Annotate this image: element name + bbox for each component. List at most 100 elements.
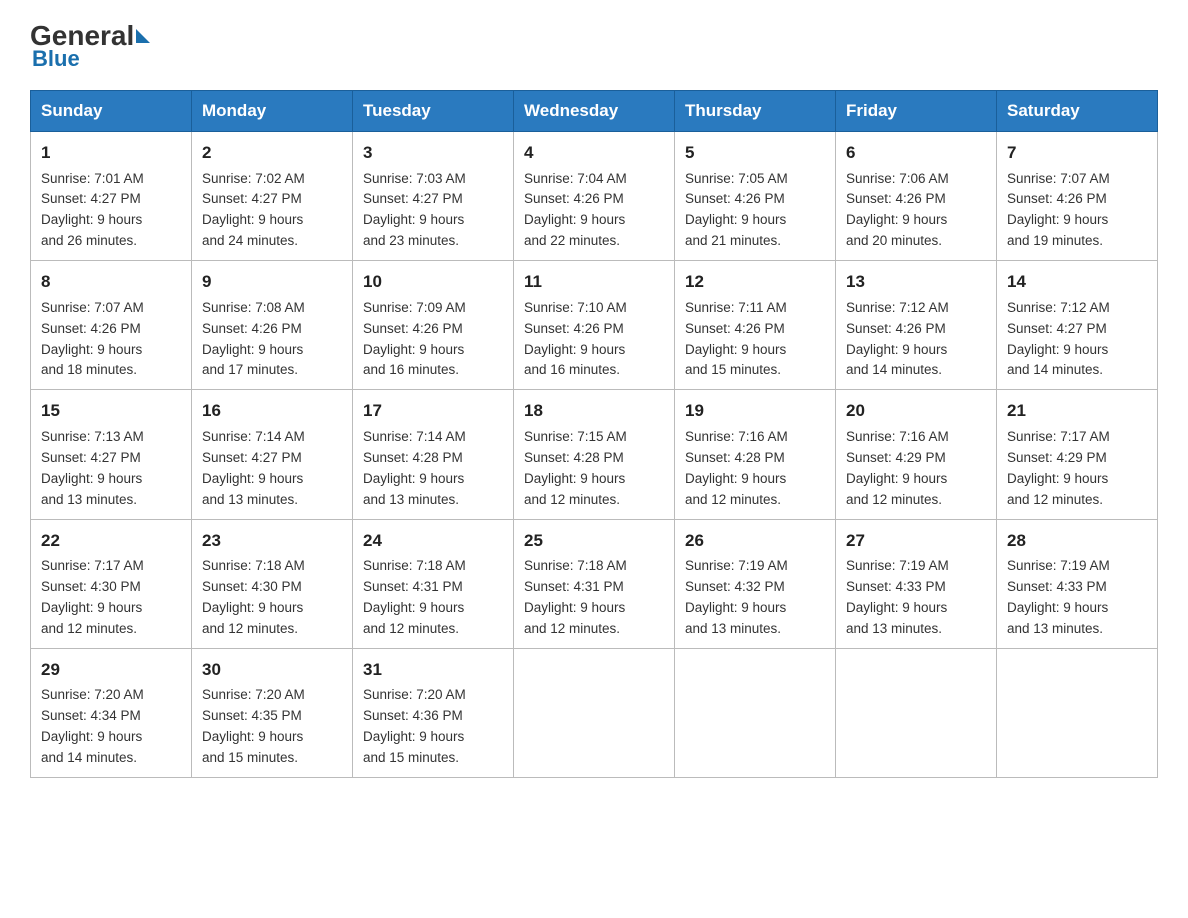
day-info: Sunrise: 7:07 AMSunset: 4:26 PMDaylight:… (41, 298, 181, 382)
calendar-body: 1 Sunrise: 7:01 AMSunset: 4:27 PMDaylight… (31, 132, 1158, 778)
day-info: Sunrise: 7:03 AMSunset: 4:27 PMDaylight:… (363, 169, 503, 253)
day-info: Sunrise: 7:11 AMSunset: 4:26 PMDaylight:… (685, 298, 825, 382)
calendar-cell: 8 Sunrise: 7:07 AMSunset: 4:26 PMDaylight… (31, 261, 192, 390)
day-info: Sunrise: 7:12 AMSunset: 4:26 PMDaylight:… (846, 298, 986, 382)
calendar-cell: 30Sunrise: 7:20 AMSunset: 4:35 PMDayligh… (192, 648, 353, 777)
calendar-cell (514, 648, 675, 777)
day-number: 31 (363, 657, 503, 683)
day-info: Sunrise: 7:18 AMSunset: 4:30 PMDaylight:… (202, 556, 342, 640)
weekday-header-tuesday: Tuesday (353, 91, 514, 132)
calendar-cell: 6 Sunrise: 7:06 AMSunset: 4:26 PMDaylight… (836, 132, 997, 261)
day-info: Sunrise: 7:18 AMSunset: 4:31 PMDaylight:… (363, 556, 503, 640)
calendar-cell: 21 Sunrise: 7:17 AMSunset: 4:29 PMDayligh… (997, 390, 1158, 519)
calendar-cell: 24Sunrise: 7:18 AMSunset: 4:31 PMDayligh… (353, 519, 514, 648)
calendar-cell: 26Sunrise: 7:19 AMSunset: 4:32 PMDayligh… (675, 519, 836, 648)
calendar-cell: 16 Sunrise: 7:14 AMSunset: 4:27 PMDayligh… (192, 390, 353, 519)
calendar-cell: 5 Sunrise: 7:05 AMSunset: 4:26 PMDaylight… (675, 132, 836, 261)
calendar-cell: 28Sunrise: 7:19 AMSunset: 4:33 PMDayligh… (997, 519, 1158, 648)
day-info: Sunrise: 7:17 AMSunset: 4:30 PMDaylight:… (41, 556, 181, 640)
day-number: 21 (1007, 398, 1147, 424)
weekday-header-wednesday: Wednesday (514, 91, 675, 132)
week-row-3: 15Sunrise: 7:13 AMSunset: 4:27 PMDayligh… (31, 390, 1158, 519)
calendar-cell: 22Sunrise: 7:17 AMSunset: 4:30 PMDayligh… (31, 519, 192, 648)
calendar-cell: 11Sunrise: 7:10 AMSunset: 4:26 PMDayligh… (514, 261, 675, 390)
weekday-header-thursday: Thursday (675, 91, 836, 132)
week-row-4: 22Sunrise: 7:17 AMSunset: 4:30 PMDayligh… (31, 519, 1158, 648)
logo-triangle-icon (136, 29, 150, 43)
calendar-cell: 3 Sunrise: 7:03 AMSunset: 4:27 PMDaylight… (353, 132, 514, 261)
day-info: Sunrise: 7:19 AMSunset: 4:32 PMDaylight:… (685, 556, 825, 640)
calendar-cell: 1 Sunrise: 7:01 AMSunset: 4:27 PMDaylight… (31, 132, 192, 261)
weekday-row: SundayMondayTuesdayWednesdayThursdayFrid… (31, 91, 1158, 132)
day-number: 18 (524, 398, 664, 424)
day-info: Sunrise: 7:14 AMSunset: 4:28 PMDaylight:… (363, 427, 503, 511)
day-info: Sunrise: 7:19 AMSunset: 4:33 PMDaylight:… (846, 556, 986, 640)
day-number: 25 (524, 528, 664, 554)
day-info: Sunrise: 7:05 AMSunset: 4:26 PMDaylight:… (685, 169, 825, 253)
day-number: 17 (363, 398, 503, 424)
calendar-cell (836, 648, 997, 777)
day-number: 26 (685, 528, 825, 554)
day-number: 19 (685, 398, 825, 424)
calendar-cell: 23Sunrise: 7:18 AMSunset: 4:30 PMDayligh… (192, 519, 353, 648)
day-number: 20 (846, 398, 986, 424)
day-number: 1 (41, 140, 181, 166)
calendar-cell: 17 Sunrise: 7:14 AMSunset: 4:28 PMDayligh… (353, 390, 514, 519)
calendar-cell: 27Sunrise: 7:19 AMSunset: 4:33 PMDayligh… (836, 519, 997, 648)
calendar-cell: 20 Sunrise: 7:16 AMSunset: 4:29 PMDayligh… (836, 390, 997, 519)
calendar-table: SundayMondayTuesdayWednesdayThursdayFrid… (30, 90, 1158, 778)
day-info: Sunrise: 7:16 AMSunset: 4:28 PMDaylight:… (685, 427, 825, 511)
day-number: 13 (846, 269, 986, 295)
day-number: 12 (685, 269, 825, 295)
day-info: Sunrise: 7:18 AMSunset: 4:31 PMDaylight:… (524, 556, 664, 640)
day-number: 4 (524, 140, 664, 166)
calendar-cell: 14 Sunrise: 7:12 AMSunset: 4:27 PMDayligh… (997, 261, 1158, 390)
calendar-cell: 19 Sunrise: 7:16 AMSunset: 4:28 PMDayligh… (675, 390, 836, 519)
logo: General Blue (30, 20, 152, 72)
day-number: 7 (1007, 140, 1147, 166)
calendar-cell: 31Sunrise: 7:20 AMSunset: 4:36 PMDayligh… (353, 648, 514, 777)
calendar-cell: 10Sunrise: 7:09 AMSunset: 4:26 PMDayligh… (353, 261, 514, 390)
day-number: 16 (202, 398, 342, 424)
weekday-header-sunday: Sunday (31, 91, 192, 132)
calendar-cell: 29Sunrise: 7:20 AMSunset: 4:34 PMDayligh… (31, 648, 192, 777)
day-number: 15 (41, 398, 181, 424)
day-number: 23 (202, 528, 342, 554)
day-number: 3 (363, 140, 503, 166)
day-info: Sunrise: 7:06 AMSunset: 4:26 PMDaylight:… (846, 169, 986, 253)
day-number: 22 (41, 528, 181, 554)
day-info: Sunrise: 7:01 AMSunset: 4:27 PMDaylight:… (41, 169, 181, 253)
day-number: 27 (846, 528, 986, 554)
day-number: 14 (1007, 269, 1147, 295)
calendar-cell: 15Sunrise: 7:13 AMSunset: 4:27 PMDayligh… (31, 390, 192, 519)
calendar-cell: 18 Sunrise: 7:15 AMSunset: 4:28 PMDayligh… (514, 390, 675, 519)
day-number: 6 (846, 140, 986, 166)
day-number: 29 (41, 657, 181, 683)
day-info: Sunrise: 7:12 AMSunset: 4:27 PMDaylight:… (1007, 298, 1147, 382)
day-number: 8 (41, 269, 181, 295)
day-number: 24 (363, 528, 503, 554)
day-info: Sunrise: 7:08 AMSunset: 4:26 PMDaylight:… (202, 298, 342, 382)
day-info: Sunrise: 7:10 AMSunset: 4:26 PMDaylight:… (524, 298, 664, 382)
week-row-1: 1 Sunrise: 7:01 AMSunset: 4:27 PMDaylight… (31, 132, 1158, 261)
day-info: Sunrise: 7:16 AMSunset: 4:29 PMDaylight:… (846, 427, 986, 511)
day-info: Sunrise: 7:19 AMSunset: 4:33 PMDaylight:… (1007, 556, 1147, 640)
weekday-header-monday: Monday (192, 91, 353, 132)
day-number: 2 (202, 140, 342, 166)
calendar-cell: 2Sunrise: 7:02 AMSunset: 4:27 PMDaylight… (192, 132, 353, 261)
day-number: 9 (202, 269, 342, 295)
calendar-cell: 9 Sunrise: 7:08 AMSunset: 4:26 PMDaylight… (192, 261, 353, 390)
calendar-header: SundayMondayTuesdayWednesdayThursdayFrid… (31, 91, 1158, 132)
week-row-2: 8 Sunrise: 7:07 AMSunset: 4:26 PMDaylight… (31, 261, 1158, 390)
calendar-cell: 25Sunrise: 7:18 AMSunset: 4:31 PMDayligh… (514, 519, 675, 648)
calendar-cell: 12 Sunrise: 7:11 AMSunset: 4:26 PMDayligh… (675, 261, 836, 390)
day-info: Sunrise: 7:15 AMSunset: 4:28 PMDaylight:… (524, 427, 664, 511)
day-info: Sunrise: 7:14 AMSunset: 4:27 PMDaylight:… (202, 427, 342, 511)
day-number: 30 (202, 657, 342, 683)
day-info: Sunrise: 7:20 AMSunset: 4:36 PMDaylight:… (363, 685, 503, 769)
day-info: Sunrise: 7:20 AMSunset: 4:35 PMDaylight:… (202, 685, 342, 769)
calendar-cell: 13 Sunrise: 7:12 AMSunset: 4:26 PMDayligh… (836, 261, 997, 390)
day-info: Sunrise: 7:09 AMSunset: 4:26 PMDaylight:… (363, 298, 503, 382)
day-number: 5 (685, 140, 825, 166)
day-info: Sunrise: 7:17 AMSunset: 4:29 PMDaylight:… (1007, 427, 1147, 511)
